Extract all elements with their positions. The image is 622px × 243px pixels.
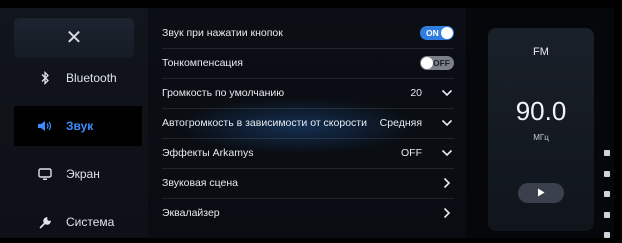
close-icon: ✕ xyxy=(65,27,83,49)
play-icon xyxy=(537,184,545,202)
toggle-state: OFF xyxy=(433,58,450,68)
monitor-icon xyxy=(30,167,60,181)
close-button[interactable]: ✕ xyxy=(14,18,134,58)
sidebar-item-sound[interactable]: Звук xyxy=(14,106,142,146)
setting-value: OFF xyxy=(401,147,422,159)
wrench-icon xyxy=(30,216,60,229)
setting-row-arkamys[interactable]: Эффекты Arkamys OFF xyxy=(162,138,454,169)
setting-label: Звук при нажатии кнопок xyxy=(162,27,283,39)
bluetooth-icon xyxy=(30,71,60,85)
setting-row-speed-volume[interactable]: Автогромкость в зависимости от скорости … xyxy=(162,108,454,139)
status-icon xyxy=(604,211,610,218)
chevron-down-icon[interactable] xyxy=(440,149,454,157)
chevron-down-icon[interactable] xyxy=(440,89,454,97)
sidebar-item-display[interactable]: Экран xyxy=(14,154,142,194)
setting-value: Средняя xyxy=(379,117,422,129)
radio-band: FM xyxy=(533,46,549,58)
sound-settings-list: Звук при нажатии кнопок ON Тонкомпенсаци… xyxy=(148,8,466,238)
status-icons-strip xyxy=(600,150,614,238)
setting-row-sound-stage[interactable]: Звуковая сцена xyxy=(162,168,454,199)
setting-row-loudness[interactable]: Тонкомпенсация OFF xyxy=(162,48,454,79)
setting-label: Эффекты Arkamys xyxy=(162,147,254,159)
chevron-right-icon[interactable] xyxy=(440,207,454,219)
sidebar-item-system[interactable]: Система xyxy=(14,202,142,242)
toggle-state: ON xyxy=(426,28,439,38)
sidebar: ✕ Bluetooth Звук Экран Система xyxy=(0,8,148,238)
bezel-right xyxy=(614,0,622,243)
radio-widget[interactable]: FM 90.0 МГц xyxy=(488,28,594,231)
bezel-top xyxy=(0,0,622,8)
setting-label: Эквалайзер xyxy=(162,207,220,219)
radio-frequency: 90.0 xyxy=(515,96,567,126)
sidebar-item-label: Bluetooth xyxy=(66,71,117,85)
setting-label: Тонкомпенсация xyxy=(162,57,243,69)
status-icon xyxy=(604,191,610,197)
settings-screen: ✕ Bluetooth Звук Экран Система Звук при … xyxy=(0,0,622,243)
sidebar-item-label: Экран xyxy=(66,167,100,181)
speaker-icon xyxy=(30,120,60,132)
sidebar-item-label: Система xyxy=(66,215,115,229)
toggle-knob xyxy=(441,27,453,39)
setting-label: Звуковая сцена xyxy=(162,177,239,189)
loudness-toggle[interactable]: OFF xyxy=(420,56,454,70)
key-sound-toggle[interactable]: ON xyxy=(420,26,454,40)
setting-row-key-sound[interactable]: Звук при нажатии кнопок ON xyxy=(162,18,454,49)
setting-label: Громкость по умолчанию xyxy=(162,87,285,99)
status-icon xyxy=(604,170,610,177)
setting-row-equalizer[interactable]: Эквалайзер xyxy=(162,198,454,228)
setting-value: 20 xyxy=(410,87,422,99)
chevron-down-icon[interactable] xyxy=(440,119,454,127)
sidebar-item-bluetooth[interactable]: Bluetooth xyxy=(14,58,142,98)
setting-row-default-volume[interactable]: Громкость по умолчанию 20 xyxy=(162,78,454,109)
radio-frequency-unit: МГц xyxy=(533,133,549,142)
bezel-bottom xyxy=(0,238,622,243)
sidebar-item-label: Звук xyxy=(66,119,94,133)
setting-label: Автогромкость в зависимости от скорости xyxy=(162,117,367,129)
chevron-right-icon[interactable] xyxy=(440,177,454,189)
status-icon xyxy=(604,150,610,156)
play-button[interactable] xyxy=(518,183,564,203)
toggle-knob xyxy=(421,57,433,69)
